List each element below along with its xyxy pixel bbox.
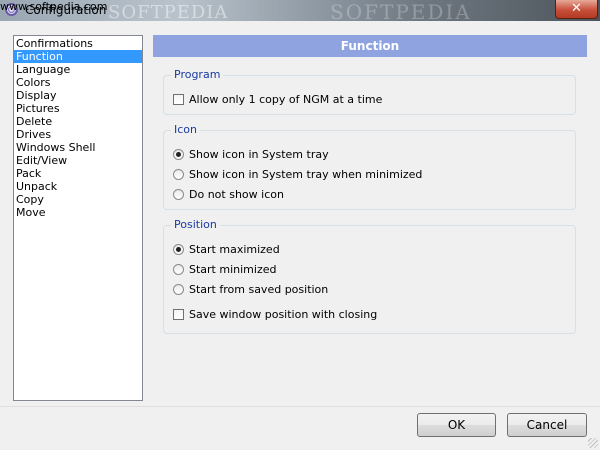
position-group: Position Start maximized Start minimized…: [163, 218, 576, 334]
list-item-copy[interactable]: Copy: [14, 193, 142, 206]
watermark-logo: SOFTPEDIA: [108, 2, 229, 23]
ok-button[interactable]: OK: [417, 413, 496, 437]
save-position-checkbox[interactable]: Save window position with closing: [173, 308, 377, 322]
list-item-edit-view[interactable]: Edit/View: [14, 154, 142, 167]
list-item-language[interactable]: Language: [14, 63, 142, 76]
show-in-tray-radio[interactable]: Show icon in System tray: [173, 148, 329, 162]
section-header: Function: [153, 35, 587, 57]
icon-group-legend: Icon: [171, 123, 200, 136]
checkbox-icon[interactable]: [173, 94, 184, 105]
radio-icon[interactable]: [173, 284, 184, 295]
program-group: Program Allow only 1 copy of NGM at a ti…: [163, 68, 576, 115]
watermark-url: www.softpedia.com: [0, 0, 108, 13]
show-in-tray-minimized-label: Show icon in System tray when minimized: [189, 168, 423, 181]
start-minimized-radio[interactable]: Start minimized: [173, 263, 276, 277]
start-maximized-label: Start maximized: [189, 243, 280, 256]
radio-selected-icon[interactable]: [173, 244, 184, 255]
category-list[interactable]: Confirmations Function Language Colors D…: [13, 35, 143, 401]
start-minimized-label: Start minimized: [189, 263, 277, 276]
list-item-pictures[interactable]: Pictures: [14, 102, 142, 115]
list-item-function[interactable]: Function: [14, 50, 142, 63]
cancel-button[interactable]: Cancel: [507, 413, 587, 437]
allow-one-copy-checkbox[interactable]: Allow only 1 copy of NGM at a time: [173, 93, 382, 107]
allow-one-copy-label: Allow only 1 copy of NGM at a time: [189, 93, 383, 106]
configuration-window: Configuration SOFTPEDIA SOFTPEDIA ✕ www.…: [0, 0, 600, 450]
list-item-colors[interactable]: Colors: [14, 76, 142, 89]
list-item-confirmations[interactable]: Confirmations: [14, 37, 142, 50]
list-item-move[interactable]: Move: [14, 206, 142, 219]
list-item-windows-shell[interactable]: Windows Shell: [14, 141, 142, 154]
show-in-tray-label: Show icon in System tray: [189, 148, 329, 161]
start-saved-position-label: Start from saved position: [189, 283, 329, 296]
close-button[interactable]: ✕: [555, 0, 598, 19]
position-group-legend: Position: [171, 218, 220, 231]
start-maximized-radio[interactable]: Start maximized: [173, 243, 280, 257]
list-item-display[interactable]: Display: [14, 89, 142, 102]
do-not-show-icon-radio[interactable]: Do not show icon: [173, 188, 284, 202]
list-item-pack[interactable]: Pack: [14, 167, 142, 180]
resize-grip-icon[interactable]: [588, 438, 598, 448]
checkbox-icon[interactable]: [173, 309, 184, 320]
program-group-legend: Program: [171, 68, 224, 81]
list-item-drives[interactable]: Drives: [14, 128, 142, 141]
radio-icon[interactable]: [173, 169, 184, 180]
list-item-delete[interactable]: Delete: [14, 115, 142, 128]
watermark-logo-large: SOFTPEDIA: [330, 0, 472, 24]
radio-selected-icon[interactable]: [173, 149, 184, 160]
do-not-show-icon-label: Do not show icon: [189, 188, 284, 201]
radio-icon[interactable]: [173, 264, 184, 275]
save-position-label: Save window position with closing: [189, 308, 378, 321]
footer-divider: [0, 406, 600, 407]
radio-icon[interactable]: [173, 189, 184, 200]
start-saved-position-radio[interactable]: Start from saved position: [173, 283, 328, 297]
show-in-tray-minimized-radio[interactable]: Show icon in System tray when minimized: [173, 168, 422, 182]
icon-group: Icon Show icon in System tray Show icon …: [163, 123, 576, 210]
list-item-unpack[interactable]: Unpack: [14, 180, 142, 193]
